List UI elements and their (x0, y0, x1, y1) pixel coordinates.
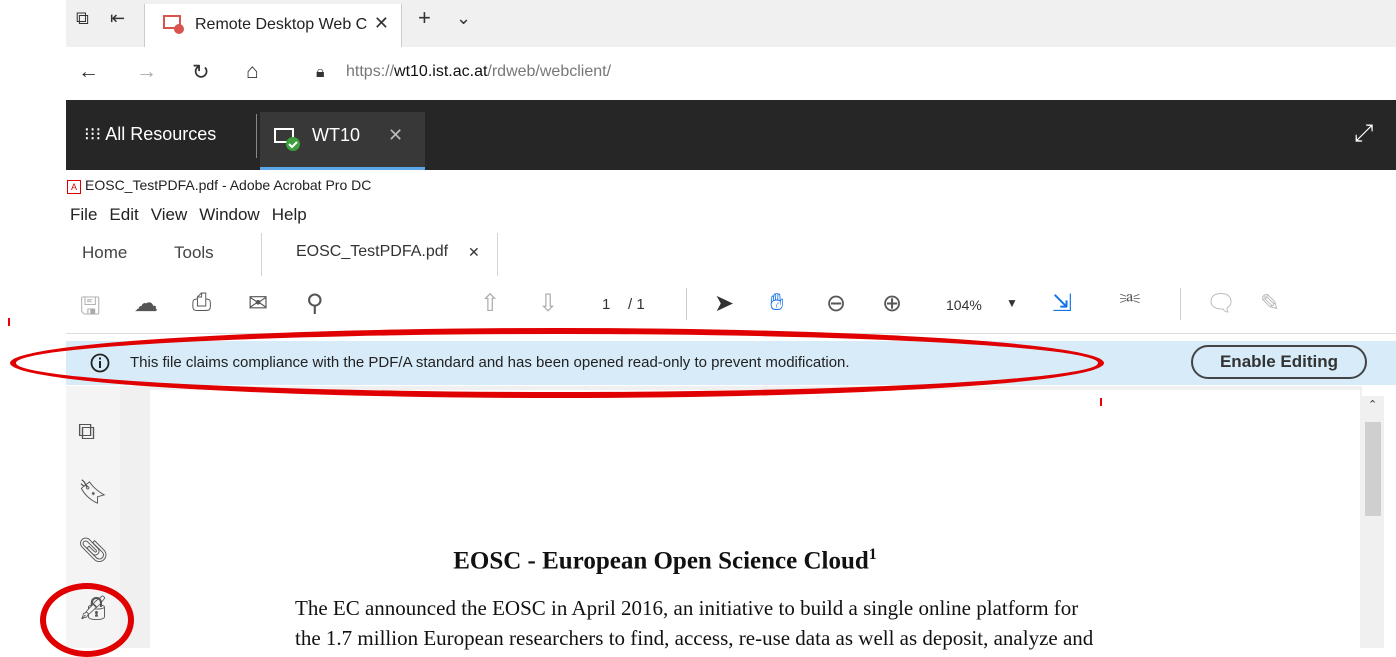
new-tab-icon[interactable]: + (418, 5, 431, 31)
acrobat-icon: A (67, 180, 81, 194)
next-page-icon[interactable]: ⇩ (538, 289, 558, 318)
forward-icon[interactable]: → (136, 60, 157, 84)
hand-tool-icon[interactable]: ✋︎ (770, 289, 784, 317)
grid-icon: ⁝⁝⁝ (84, 124, 102, 144)
browser-tab-strip: ⧉ ⇤ Remote Desktop Web C ✕ + ⌄ (66, 0, 1396, 47)
upload-cloud-icon[interactable]: ☁︎ (134, 289, 158, 318)
previous-page-icon[interactable]: ⇧ (480, 289, 500, 318)
close-session-icon[interactable]: ✕ (388, 125, 403, 146)
menu-file[interactable]: File (70, 205, 97, 224)
document-tab-label: EOSC_TestPDFA.pdf (296, 243, 449, 260)
page-thumbnails-icon[interactable]: ⧉ (78, 418, 95, 446)
remote-desktop-icon (163, 15, 184, 34)
zoom-in-icon[interactable]: ⊕ (882, 289, 902, 318)
select-cursor-icon[interactable]: ➤ (714, 289, 734, 318)
document-body-line: the 1.7 million European researchers to … (295, 626, 1094, 650)
comment-icon[interactable]: 🗨︎ (1206, 289, 1236, 318)
menu-window[interactable]: Window (199, 205, 259, 224)
url-field[interactable]: https://wt10.ist.ac.at/rdweb/webclient/ (346, 63, 611, 81)
search-icon[interactable]: ⚲ (306, 289, 324, 318)
connected-desktop-icon (274, 128, 300, 151)
print-icon[interactable]: ⎙ (192, 289, 211, 317)
pdfa-message-bar: This file claims compliance with the PDF… (66, 341, 1396, 385)
window-title: A EOSC_TestPDFA.pdf - Adobe Acrobat Pro D… (67, 177, 371, 194)
session-tab[interactable]: WT10 ✕ (260, 112, 425, 170)
all-resources-button[interactable]: ⁝⁝⁝ All Resources (84, 124, 216, 145)
attachment-icon[interactable]: 📎︎ (78, 536, 108, 565)
page-total: / 1 (628, 296, 645, 313)
pdfa-message-text: This file claims compliance with the PDF… (130, 354, 850, 371)
scroll-mode-icon[interactable]: ⎃ (1120, 289, 1140, 317)
email-icon[interactable]: ✉ (248, 289, 268, 318)
save-icon[interactable]: 🖫︎ (80, 289, 100, 330)
zoom-chevron-icon[interactable]: ▼ (1006, 296, 1018, 310)
back-icon[interactable]: ← (78, 60, 99, 84)
fullscreen-icon[interactable]: ⤢ (1354, 120, 1373, 148)
document-body-line: The EC announced the EOSC in April 2016,… (295, 596, 1079, 620)
page-number-input[interactable]: 1 (602, 296, 610, 313)
home-icon[interactable]: ⌂ (246, 60, 259, 84)
document-title: EOSC - European Open Science Cloud1 (453, 546, 877, 575)
menu-view[interactable]: View (151, 205, 188, 224)
info-icon (90, 353, 110, 373)
session-tab-label: WT10 (312, 125, 361, 145)
page-fit-icon[interactable]: ⇲ (1052, 289, 1072, 318)
standards-lock-icon[interactable]: 🔏︎ (78, 594, 108, 623)
scrollbar-thumb[interactable] (1365, 422, 1381, 516)
browser-tab[interactable]: Remote Desktop Web C ✕ (144, 4, 402, 47)
close-document-icon[interactable]: ✕ (468, 244, 480, 261)
enable-editing-button[interactable]: Enable Editing (1191, 345, 1367, 379)
menu-edit[interactable]: Edit (109, 205, 138, 224)
zoom-out-icon[interactable]: ⊖ (826, 289, 846, 318)
set-aside-tabs-icon[interactable]: ⇤ (110, 8, 125, 29)
annotation-mark (1100, 398, 1102, 406)
toolbar: 🖫︎ ☁︎ ⎙ ✉ ⚲ ⇧ ⇩ 1 / 1 ➤ ✋︎ ⊖ ⊕ 104% ▼ ⇲ … (66, 276, 1396, 334)
chevron-down-icon[interactable]: ⌄ (456, 8, 471, 29)
tab-actions-icon[interactable]: ⧉ (76, 8, 89, 29)
menu-bar: File Edit View Window Help (70, 205, 319, 225)
highlight-pen-icon[interactable]: ✎ (1260, 289, 1280, 318)
divider (256, 114, 257, 158)
lock-icon: 🔒︎ (316, 64, 325, 81)
address-bar: ← → ↻ ⌂ 🔒︎ https://wt10.ist.ac.at/rdweb/… (66, 47, 1396, 100)
footnote-mark: 1 (868, 546, 877, 563)
scroll-up-icon[interactable]: ⌃ (1368, 398, 1377, 411)
divider (686, 288, 687, 320)
close-tab-icon[interactable]: ✕ (374, 13, 389, 34)
zoom-dropdown[interactable]: 104% (946, 297, 982, 313)
navigation-pane: ⧉ 🔖︎ 📎︎ 🔏︎ ◀ (66, 386, 137, 648)
annotation-mark (8, 318, 10, 326)
document-tabs: Home Tools EOSC_TestPDFA.pdf ✕ (66, 233, 1396, 277)
browser-tab-title: Remote Desktop Web C (195, 16, 368, 33)
divider (1180, 288, 1181, 320)
refresh-icon[interactable]: ↻ (192, 60, 210, 85)
tab-document[interactable]: EOSC_TestPDFA.pdf ✕ (261, 233, 498, 277)
menu-help[interactable]: Help (272, 205, 307, 224)
tab-tools[interactable]: Tools (174, 243, 214, 263)
bookmark-icon[interactable]: 🔖︎ (78, 478, 108, 507)
tab-home[interactable]: Home (82, 243, 127, 263)
rdweb-bar: ⁝⁝⁝ All Resources WT10 ✕ ⤢ (66, 100, 1396, 170)
